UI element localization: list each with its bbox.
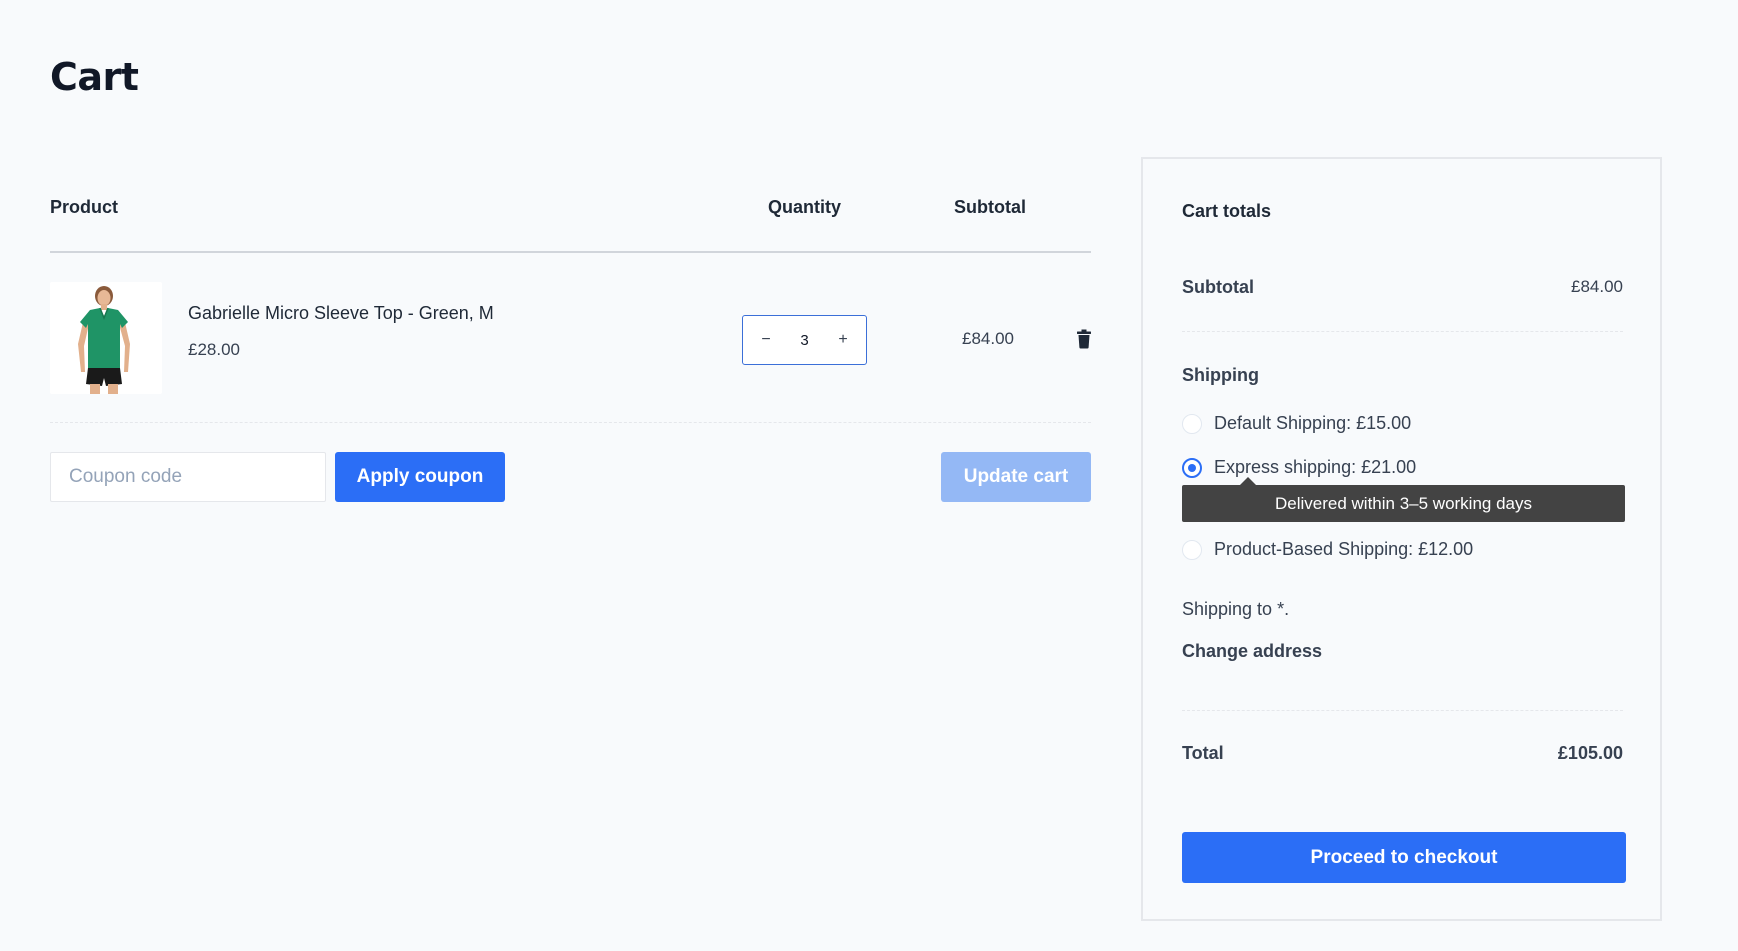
divider — [1182, 331, 1623, 332]
apply-coupon-button[interactable]: Apply coupon — [335, 452, 505, 502]
totals-subtotal-value: £84.00 — [1571, 277, 1623, 296]
totals-subtotal-label: Subtotal — [1182, 277, 1254, 297]
shipping-option-label: Express shipping: £21.00 — [1214, 457, 1417, 477]
radio-default-shipping[interactable] — [1182, 413, 1202, 434]
shipping-tooltip: Delivered within 3–5 working days — [1182, 477, 1625, 522]
shipping-option-default[interactable]: Default Shipping: £15.00 — [1182, 413, 1411, 434]
item-subtotal: £84.00 — [962, 329, 1014, 348]
cart-totals-panel: Cart totals Subtotal £84.00 Shipping Def… — [1141, 157, 1662, 921]
quantity-value[interactable]: 3 — [800, 332, 808, 349]
header-subtotal: Subtotal — [954, 197, 1026, 217]
shipping-destination: Shipping to *. — [1182, 599, 1290, 619]
green-shirt-image — [50, 282, 162, 394]
shipping-label: Shipping — [1182, 365, 1259, 385]
divider — [1182, 710, 1623, 711]
shipping-option-product-based[interactable]: Product-Based Shipping: £12.00 — [1182, 539, 1473, 560]
page-title: Cart — [50, 55, 139, 99]
proceed-to-checkout-button[interactable]: Proceed to checkout — [1182, 832, 1626, 883]
product-name[interactable]: Gabrielle Micro Sleeve Top - Green, M — [188, 303, 494, 324]
total-label: Total — [1182, 743, 1224, 763]
change-address-link[interactable]: Change address — [1182, 641, 1322, 662]
header-product: Product — [50, 197, 119, 217]
shipping-option-label: Default Shipping: £15.00 — [1214, 413, 1412, 433]
coupon-code-input[interactable] — [50, 452, 326, 502]
increase-quantity-button[interactable]: + — [836, 331, 850, 349]
product-image[interactable] — [50, 282, 162, 394]
trash-icon — [1077, 329, 1091, 349]
shipping-option-label: Product-Based Shipping: £12.00 — [1214, 539, 1474, 559]
remove-item-button[interactable] — [1076, 329, 1092, 349]
cart-item-row: Gabrielle Micro Sleeve Top - Green, M £2… — [50, 253, 1091, 423]
cart-table: Product Quantity Subtotal Gabrielle Micr… — [50, 180, 1091, 423]
radio-product-based-shipping[interactable] — [1182, 539, 1202, 560]
cart-table-header: Product Quantity Subtotal — [50, 180, 1091, 253]
radio-express-shipping[interactable] — [1182, 457, 1202, 478]
total-value: £105.00 — [1557, 743, 1623, 763]
decrease-quantity-button[interactable]: − — [759, 331, 773, 349]
update-cart-button[interactable]: Update cart — [941, 452, 1091, 502]
quantity-stepper[interactable]: − 3 + — [742, 315, 867, 365]
cart-totals-title: Cart totals — [1182, 201, 1272, 221]
header-quantity: Quantity — [768, 197, 842, 217]
product-price: £28.00 — [188, 340, 240, 359]
shipping-option-express[interactable]: Express shipping: £21.00 — [1182, 457, 1416, 478]
